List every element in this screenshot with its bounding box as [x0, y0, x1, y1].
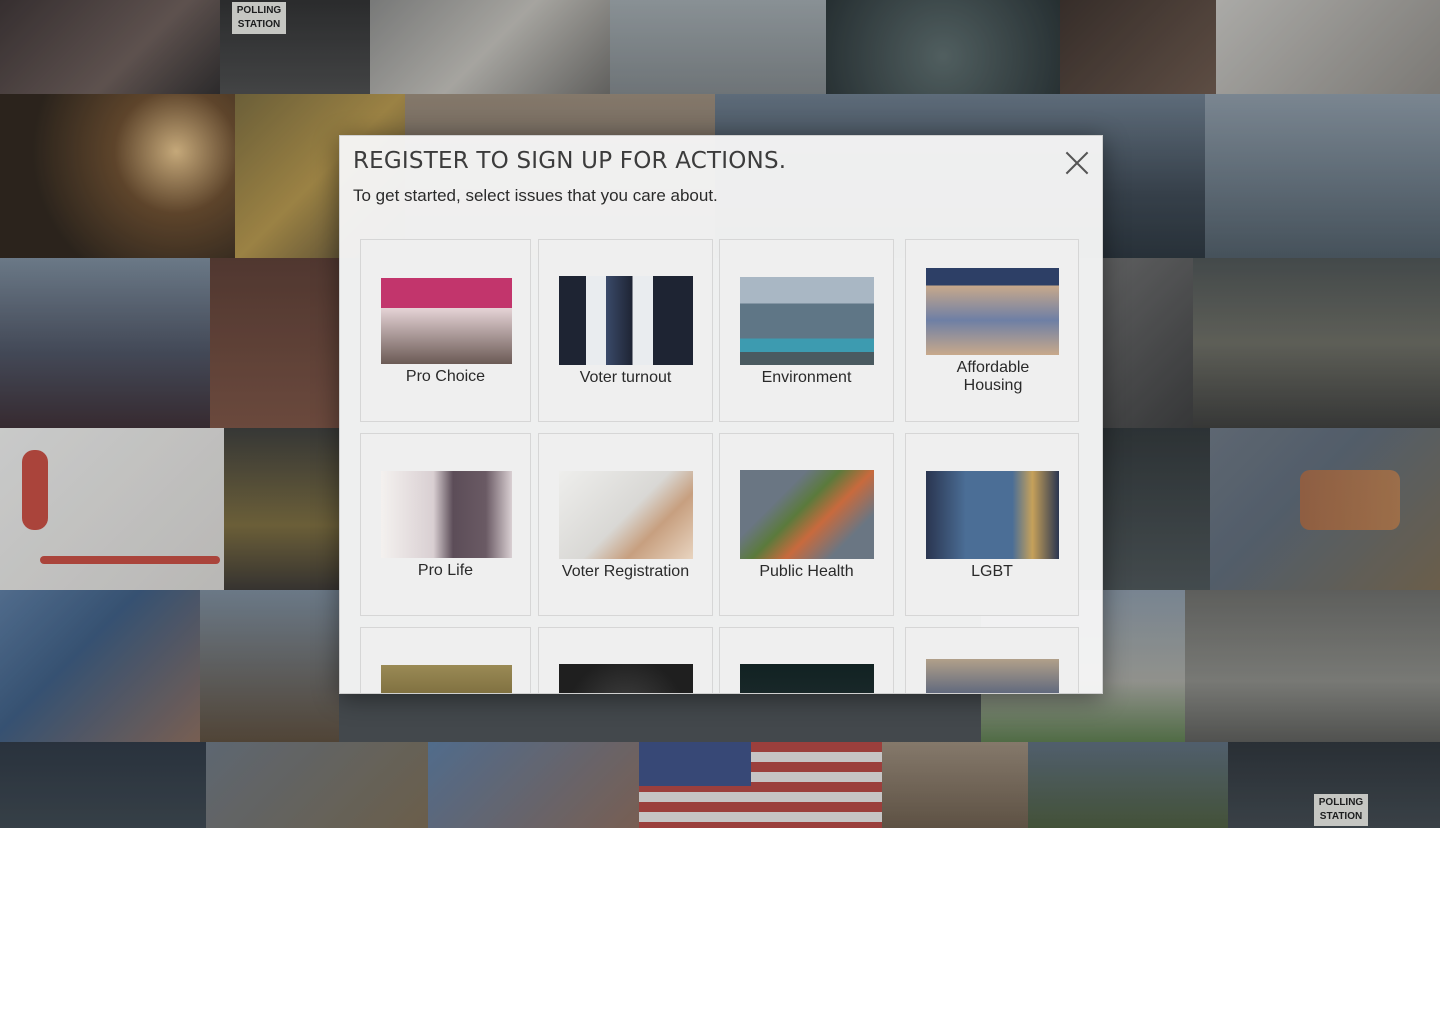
issue-image: [559, 664, 693, 693]
lgbt-image: [926, 471, 1059, 559]
environment-image: [740, 277, 874, 365]
issue-card-pro-choice[interactable]: Pro Choice: [360, 239, 531, 422]
issue-card-lgbt[interactable]: LGBT: [905, 433, 1079, 616]
issue-card-voter-registration[interactable]: Voter Registration: [538, 433, 713, 616]
issue-card-pro-life[interactable]: Pro Life: [360, 433, 531, 616]
public-health-image: [740, 470, 874, 559]
issue-label: Pro Choice: [405, 368, 486, 385]
issue-card-row3-3[interactable]: [719, 627, 894, 693]
issue-label: Environment: [761, 369, 852, 386]
issue-card-row3-2[interactable]: [538, 627, 713, 693]
pro-life-image: [381, 471, 512, 558]
affordable-housing-image: [926, 268, 1059, 355]
modal-subtitle: To get started, select issues that you c…: [353, 186, 718, 205]
pro-choice-image: [381, 278, 512, 364]
issue-card-row3-4[interactable]: [905, 627, 1079, 693]
issue-label: Public Health: [759, 563, 854, 580]
issue-label: Voter Registration: [561, 563, 690, 580]
voter-turnout-image: [559, 276, 693, 365]
issue-card-affordable-housing[interactable]: Affordable Housing: [905, 239, 1079, 422]
issue-label: Affordable Housing: [956, 359, 1030, 394]
modal-title: REGISTER TO SIGN UP FOR ACTIONS.: [353, 148, 787, 174]
issue-image: [926, 659, 1059, 693]
issue-card-row3-1[interactable]: [360, 627, 531, 693]
issue-image: [740, 664, 874, 693]
issue-label: Pro Life: [417, 562, 474, 579]
issue-label: Voter turnout: [579, 369, 672, 386]
register-modal: REGISTER TO SIGN UP FOR ACTIONS. To get …: [339, 135, 1103, 694]
voter-registration-image: [559, 471, 693, 559]
issue-card-voter-turnout[interactable]: Voter turnout: [538, 239, 713, 422]
issue-label: LGBT: [971, 563, 1013, 580]
issue-card-environment[interactable]: Environment: [719, 239, 894, 422]
issue-grid: Pro Choice Voter turnout Environment Aff…: [360, 239, 1080, 693]
close-icon[interactable]: [1064, 150, 1090, 176]
issue-card-public-health[interactable]: Public Health: [719, 433, 894, 616]
issue-image: [381, 665, 512, 693]
